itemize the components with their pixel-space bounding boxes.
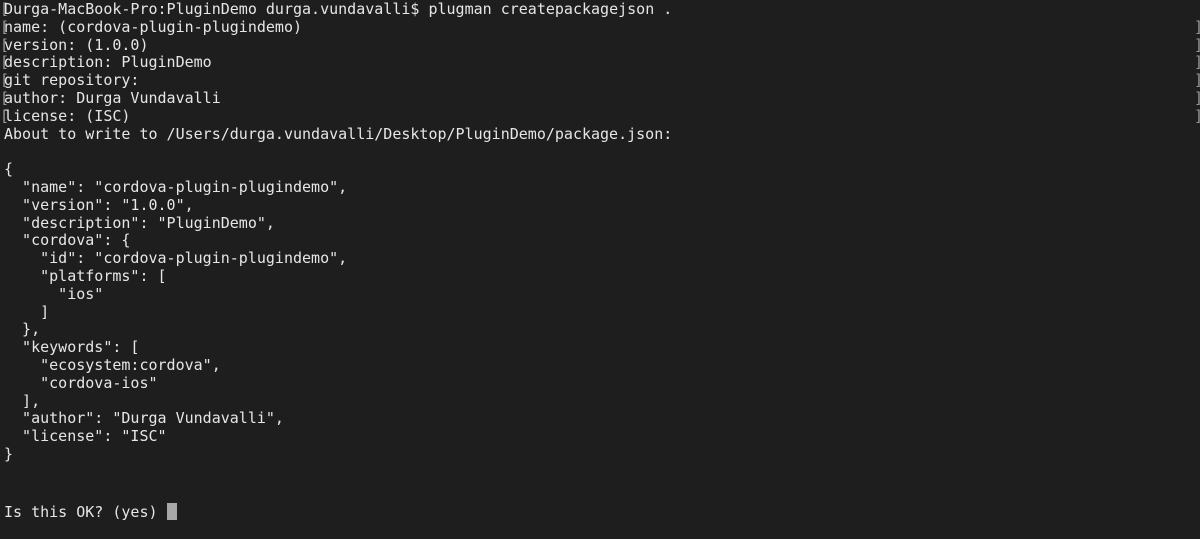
answer-description-line: [description: PluginDemo] (0, 53, 1200, 72)
json-text: "author": "Durga Vundavalli", (4, 409, 284, 428)
answer-author-line: [author: Durga Vundavalli] (0, 89, 1200, 107)
line-mark-right: ] (1194, 107, 1200, 125)
json-line: "license": "ISC" (0, 427, 167, 445)
json-text: "description": "PluginDemo", (4, 213, 275, 232)
json-text: "id": "cordova-plugin-plugindemo", (4, 249, 348, 268)
answer-git-line: [git repository:] (0, 71, 1200, 90)
json-line: "cordova-ios" (0, 373, 158, 392)
json-text: "cordova-ios" (4, 373, 158, 392)
line-mark-right: ] (1194, 71, 1200, 89)
answer-git-repository: git repository: (4, 71, 140, 90)
json-text: } (4, 445, 14, 463)
json-line: "ios" (0, 285, 103, 303)
answer-name-line: [name: (cordova-plugin-plugindemo)] (0, 17, 1200, 36)
json-text: "version": "1.0.0", (4, 195, 194, 214)
prompt-line: [Durga-MacBook-Pro:PluginDemo durga.vund… (0, 0, 672, 18)
line-mark-right: ] (1194, 53, 1200, 71)
json-line: ], (0, 392, 40, 410)
write-notice-line: About to write to /Users/durga.vundavall… (0, 125, 672, 143)
answer-license-line: [license: (ISC)] (0, 106, 1200, 125)
json-line: "platforms": [ (0, 267, 167, 285)
json-text: ] (4, 302, 50, 321)
confirm-prompt: Is this OK? (yes) (4, 503, 158, 521)
answer-author: author: Durga Vundavalli (4, 89, 221, 107)
json-line: "name": "cordova-plugin-plugindemo", (0, 178, 347, 196)
json-line: { (0, 160, 13, 178)
answer-name: name: (cordova-plugin-plugindemo) (4, 17, 303, 36)
json-line: "cordova": { (0, 231, 130, 249)
json-line: "keywords": [ (0, 338, 139, 356)
json-text: "name": "cordova-plugin-plugindemo", (4, 178, 348, 196)
json-text: { (4, 160, 14, 179)
json-line: } (0, 445, 13, 463)
line-mark-right: ] (1194, 18, 1200, 36)
json-text: "platforms": [ (4, 267, 167, 285)
line-mark-right: ] (1194, 89, 1200, 107)
answer-license: license: (ISC) (4, 106, 131, 125)
json-line: }, (0, 320, 40, 338)
json-line: "description": "PluginDemo", (0, 214, 275, 232)
json-line: ] (0, 303, 49, 321)
line-mark-right: ] (1194, 36, 1200, 54)
json-text: "cordova": { (4, 231, 131, 250)
text-cursor[interactable] (166, 503, 177, 520)
prompt-host-dir: Durga-MacBook-Pro:PluginDemo durga.vunda… (4, 0, 420, 18)
json-text: "license": "ISC" (4, 427, 167, 446)
json-text: "ios" (4, 284, 104, 303)
answer-version-line: [version: (1.0.0)] (0, 35, 1200, 54)
answer-version: version: (1.0.0) (4, 35, 149, 54)
json-line: "version": "1.0.0", (0, 196, 194, 214)
json-text: "keywords": [ (4, 338, 140, 357)
json-line: "id": "cordova-plugin-plugindemo", (0, 249, 347, 267)
json-text: "ecosystem:cordova", (4, 356, 221, 374)
answer-description: description: PluginDemo (4, 53, 212, 72)
json-text: }, (4, 320, 41, 339)
json-line: "author": "Durga Vundavalli", (0, 409, 284, 427)
confirm-line: Is this OK? (yes) (0, 503, 177, 521)
write-notice: About to write to /Users/durga.vundavall… (4, 124, 673, 143)
terminal-window[interactable]: [Durga-MacBook-Pro:PluginDemo durga.vund… (0, 0, 1200, 539)
json-text: ], (4, 391, 41, 410)
prompt-command: plugman createpackagejson . (428, 0, 673, 18)
json-line: "ecosystem:cordova", (0, 356, 221, 374)
